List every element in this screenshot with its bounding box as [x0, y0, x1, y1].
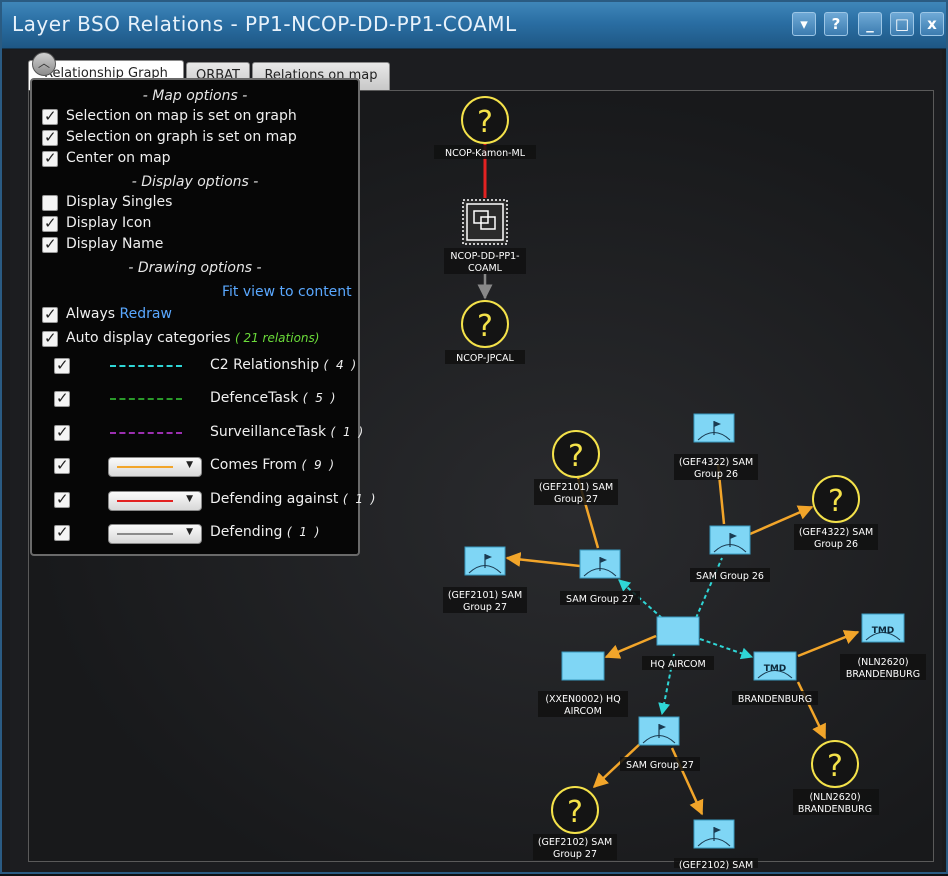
- unknown-icon: ?: [477, 105, 493, 140]
- line-style-select[interactable]: ▼: [108, 457, 202, 477]
- drawing-options-header: - Drawing options -: [128, 260, 262, 276]
- minimize-button[interactable]: _: [858, 12, 882, 36]
- checkbox[interactable]: [42, 149, 58, 167]
- checkbox[interactable]: [42, 214, 58, 232]
- svg-text:(GEF2101) SAM: (GEF2101) SAM: [539, 482, 613, 493]
- window-title: Layer BSO Relations - PP1-NCOP-DD-PP1-CO…: [12, 12, 517, 36]
- svg-text:AIRCOM: AIRCOM: [564, 706, 602, 717]
- svg-text:Group 27: Group 27: [463, 602, 507, 613]
- fit-view-link[interactable]: Fit view to content: [222, 284, 352, 304]
- svg-text:(NLN2620): (NLN2620): [857, 657, 908, 668]
- svg-text:NCOP-DD-PP1-: NCOP-DD-PP1-: [450, 251, 519, 262]
- svg-text:Group 27: Group 27: [553, 849, 597, 860]
- svg-text:COAML: COAML: [468, 263, 503, 274]
- svg-text:BRANDENBURG: BRANDENBURG: [738, 694, 812, 705]
- checkbox[interactable]: [42, 235, 58, 253]
- layer-relations-window: Layer BSO Relations - PP1-NCOP-DD-PP1-CO…: [0, 0, 948, 874]
- help-button[interactable]: ?: [824, 12, 848, 36]
- map-options-header: - Map options -: [142, 88, 248, 104]
- options-panel: - Map options - Selection on map is set …: [30, 78, 376, 556]
- line-style-swatch: [110, 398, 182, 400]
- svg-text:(GEF2102) SAM: (GEF2102) SAM: [679, 860, 753, 871]
- checkbox[interactable]: [54, 490, 70, 508]
- line-style-swatch: [110, 365, 182, 367]
- svg-text:Group 27: Group 27: [554, 494, 598, 505]
- checkbox[interactable]: [42, 305, 58, 323]
- svg-text:(GEF2102) SAM: (GEF2102) SAM: [538, 837, 612, 848]
- tmd-label: TMD: [764, 664, 787, 674]
- tmd-label: TMD: [872, 626, 895, 636]
- chevron-up-icon: ︿: [37, 56, 50, 70]
- line-style-select[interactable]: ▼: [108, 491, 202, 511]
- checkbox[interactable]: [42, 195, 58, 211]
- svg-text:HQ AIRCOM: HQ AIRCOM: [650, 659, 705, 670]
- svg-text:NCOP-Kamon-ML: NCOP-Kamon-ML: [445, 148, 526, 159]
- unknown-icon: ?: [568, 439, 584, 474]
- menu-dropdown-button[interactable]: ▾: [792, 12, 816, 36]
- line-style-select[interactable]: ▼: [108, 524, 202, 544]
- checkbox[interactable]: [54, 389, 70, 407]
- chevron-down-icon: ▼: [186, 460, 193, 470]
- chevron-down-icon: ▼: [186, 494, 193, 504]
- svg-text:Group 26: Group 26: [694, 469, 738, 480]
- checkbox[interactable]: [42, 128, 58, 146]
- svg-text:NCOP-JPCAL: NCOP-JPCAL: [456, 353, 514, 364]
- svg-text:SAM Group 27: SAM Group 27: [566, 594, 634, 605]
- line-style-swatch: [110, 432, 182, 434]
- maximize-button[interactable]: □: [890, 12, 914, 36]
- close-button[interactable]: x: [920, 12, 944, 36]
- svg-text:BRANDENBURG: BRANDENBURG: [846, 669, 920, 680]
- checkbox[interactable]: [42, 107, 58, 125]
- svg-text:(GEF4322) SAM: (GEF4322) SAM: [679, 457, 753, 468]
- svg-text:(NLN2620): (NLN2620): [809, 792, 860, 803]
- checkbox[interactable]: [54, 523, 70, 541]
- svg-text:BRANDENBURG: BRANDENBURG: [798, 804, 872, 815]
- unknown-icon: ?: [827, 749, 843, 784]
- svg-text:(XXEN0002) HQ: (XXEN0002) HQ: [545, 694, 620, 705]
- svg-text:(GEF4322) SAM: (GEF4322) SAM: [799, 527, 873, 538]
- checkbox[interactable]: [54, 356, 70, 374]
- svg-text:SAM Group 26: SAM Group 26: [696, 571, 764, 582]
- relations-count: ( 21 relations): [234, 331, 320, 345]
- chevron-down-icon: ▼: [186, 527, 193, 537]
- title-bar[interactable]: Layer BSO Relations - PP1-NCOP-DD-PP1-CO…: [2, 2, 946, 49]
- unknown-icon: ?: [828, 484, 844, 519]
- unknown-icon: ?: [567, 795, 583, 830]
- checkbox[interactable]: [54, 456, 70, 474]
- checkbox[interactable]: [54, 423, 70, 441]
- checkbox[interactable]: [42, 329, 58, 347]
- svg-text:Group 26: Group 26: [814, 539, 858, 550]
- redraw-link[interactable]: Redraw: [120, 306, 172, 322]
- unknown-icon: ?: [477, 309, 493, 344]
- svg-text:SAM Group 27: SAM Group 27: [626, 760, 694, 771]
- display-options-header: - Display options -: [131, 174, 259, 190]
- svg-text:(GEF2101) SAM: (GEF2101) SAM: [448, 590, 522, 601]
- collapse-options-button[interactable]: ︿: [32, 52, 56, 76]
